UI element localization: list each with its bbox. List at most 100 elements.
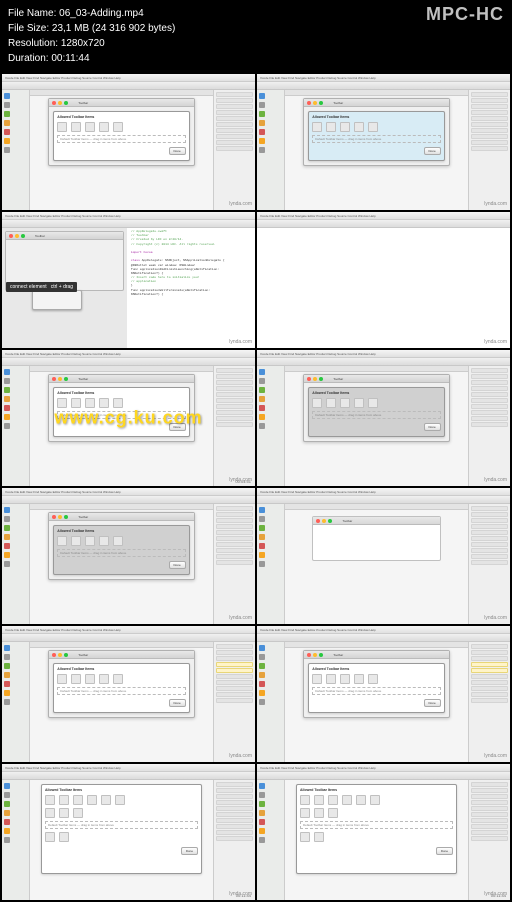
project-icon[interactable] bbox=[259, 645, 265, 651]
inspector-row[interactable] bbox=[216, 410, 253, 415]
minimize-button[interactable] bbox=[313, 377, 317, 381]
inspector-row[interactable] bbox=[471, 668, 508, 673]
close-button[interactable] bbox=[52, 101, 56, 105]
toolbar-item[interactable] bbox=[59, 795, 69, 805]
default-toolbar-dropzone[interactable]: Default Toolbar Items — drag in items fr… bbox=[312, 687, 440, 695]
toolbar-item[interactable] bbox=[328, 808, 338, 818]
inspector-row[interactable] bbox=[471, 98, 508, 103]
toolbar-customize-sheet[interactable]: Allowed Toolbar Items Default bbox=[41, 784, 202, 874]
default-toolbar-dropzone[interactable]: Default Toolbar Items — drag in items fr… bbox=[57, 135, 185, 143]
file-icon[interactable] bbox=[4, 828, 10, 834]
project-navigator[interactable] bbox=[2, 642, 30, 762]
done-button[interactable]: Done bbox=[424, 699, 441, 707]
file-icon[interactable] bbox=[259, 378, 265, 384]
file-icon[interactable] bbox=[259, 147, 265, 153]
toolbar-item[interactable] bbox=[328, 795, 338, 805]
done-button[interactable]: Done bbox=[169, 561, 186, 569]
video-thumbnail[interactable]: Xcode File Edit View Find Navigate Edito… bbox=[257, 626, 510, 762]
inspector-row[interactable] bbox=[216, 368, 253, 373]
inspector-row[interactable] bbox=[216, 398, 253, 403]
zoom-button[interactable] bbox=[64, 515, 68, 519]
close-button[interactable] bbox=[52, 515, 56, 519]
project-icon[interactable] bbox=[259, 507, 265, 513]
default-toolbar-dropzone[interactable]: Default Toolbar Items — drag in items fr… bbox=[57, 687, 185, 695]
inspector-row[interactable] bbox=[216, 404, 253, 409]
toolbar-item[interactable] bbox=[368, 398, 378, 408]
toolbar-item[interactable] bbox=[368, 122, 378, 132]
inspector-row[interactable] bbox=[216, 92, 253, 97]
done-button[interactable]: Done bbox=[181, 847, 198, 855]
done-button[interactable]: Done bbox=[436, 847, 453, 855]
project-navigator[interactable] bbox=[2, 90, 30, 210]
toolbar-item[interactable] bbox=[342, 795, 352, 805]
inspector-row[interactable] bbox=[216, 788, 253, 793]
project-navigator[interactable] bbox=[2, 504, 30, 624]
window-titlebar[interactable]: Toolbar bbox=[304, 375, 448, 383]
file-icon[interactable] bbox=[259, 561, 265, 567]
project-icon[interactable] bbox=[259, 93, 265, 99]
editor-tab-bar[interactable] bbox=[30, 366, 213, 372]
window-titlebar[interactable]: Toolbar bbox=[49, 99, 193, 107]
inspector-row[interactable] bbox=[471, 422, 508, 427]
minimize-button[interactable] bbox=[58, 515, 62, 519]
file-icon[interactable] bbox=[259, 681, 265, 687]
toolbar-item[interactable] bbox=[71, 122, 81, 132]
interface-builder-canvas[interactable]: Toolbar Allowed Toolbar Items Default To… bbox=[303, 98, 449, 166]
inspector-row[interactable] bbox=[216, 416, 253, 421]
toolbar-item[interactable] bbox=[312, 674, 322, 684]
macos-menubar[interactable]: Xcode File Edit View Find Navigate Edito… bbox=[2, 764, 255, 772]
macos-menubar[interactable]: Xcode File Edit View Find Navigate Edito… bbox=[257, 764, 510, 772]
inspector-panel[interactable] bbox=[213, 504, 255, 624]
inspector-row[interactable] bbox=[216, 146, 253, 151]
file-icon[interactable] bbox=[4, 516, 10, 522]
file-icon[interactable] bbox=[259, 699, 265, 705]
zoom-button[interactable] bbox=[328, 519, 332, 523]
file-icon[interactable] bbox=[4, 387, 10, 393]
file-icon[interactable] bbox=[4, 810, 10, 816]
default-toolbar-dropzone[interactable]: Default Toolbar Items — drag in items fr… bbox=[312, 135, 440, 143]
file-icon[interactable] bbox=[4, 111, 10, 117]
zoom-button[interactable] bbox=[319, 653, 323, 657]
file-icon[interactable] bbox=[4, 552, 10, 558]
project-icon[interactable] bbox=[4, 93, 10, 99]
file-icon[interactable] bbox=[259, 111, 265, 117]
inspector-row[interactable] bbox=[471, 830, 508, 835]
minimize-button[interactable] bbox=[58, 377, 62, 381]
inspector-row[interactable] bbox=[471, 530, 508, 535]
inspector-panel[interactable] bbox=[213, 90, 255, 210]
toolbar-item[interactable] bbox=[71, 398, 81, 408]
inspector-row[interactable] bbox=[471, 824, 508, 829]
toolbar-customize-sheet[interactable]: Allowed Toolbar Items Default Toolbar It… bbox=[53, 663, 189, 713]
inspector-row[interactable] bbox=[216, 116, 253, 121]
toolbar-item[interactable] bbox=[99, 398, 109, 408]
inspector-row[interactable] bbox=[471, 380, 508, 385]
file-icon[interactable] bbox=[259, 543, 265, 549]
project-navigator[interactable] bbox=[257, 366, 285, 486]
file-icon[interactable] bbox=[259, 516, 265, 522]
inspector-row[interactable] bbox=[216, 548, 253, 553]
inspector-panel[interactable] bbox=[468, 366, 510, 486]
file-icon[interactable] bbox=[4, 654, 10, 660]
toolbar-item[interactable] bbox=[113, 122, 123, 132]
default-toolbar-dropzone[interactable]: Default Toolbar Items — drag in items fr… bbox=[312, 411, 440, 419]
minimize-button[interactable] bbox=[58, 653, 62, 657]
inspector-row[interactable] bbox=[216, 836, 253, 841]
toolbar-item[interactable] bbox=[59, 808, 69, 818]
inspector-row[interactable] bbox=[216, 422, 253, 427]
video-thumbnail[interactable]: Xcode File Edit View Find Navigate Edito… bbox=[257, 350, 510, 486]
file-icon[interactable] bbox=[259, 690, 265, 696]
file-icon[interactable] bbox=[259, 129, 265, 135]
file-icon[interactable] bbox=[4, 129, 10, 135]
file-icon[interactable] bbox=[4, 525, 10, 531]
project-icon[interactable] bbox=[4, 783, 10, 789]
inspector-panel[interactable] bbox=[468, 780, 510, 900]
video-thumbnail[interactable]: Xcode File Edit View Find Navigate Edito… bbox=[2, 212, 255, 348]
done-button[interactable]: Done bbox=[424, 147, 441, 155]
interface-builder-canvas[interactable]: Toolbar Allowed Toolbar Items Default To… bbox=[48, 512, 194, 580]
inspector-row[interactable] bbox=[471, 656, 508, 661]
file-icon[interactable] bbox=[4, 690, 10, 696]
toolbar-item[interactable] bbox=[57, 674, 67, 684]
toolbar-item[interactable] bbox=[57, 536, 67, 546]
toolbar-item[interactable] bbox=[99, 674, 109, 684]
macos-menubar[interactable]: Xcode File Edit View Find Navigate Edito… bbox=[2, 74, 255, 82]
